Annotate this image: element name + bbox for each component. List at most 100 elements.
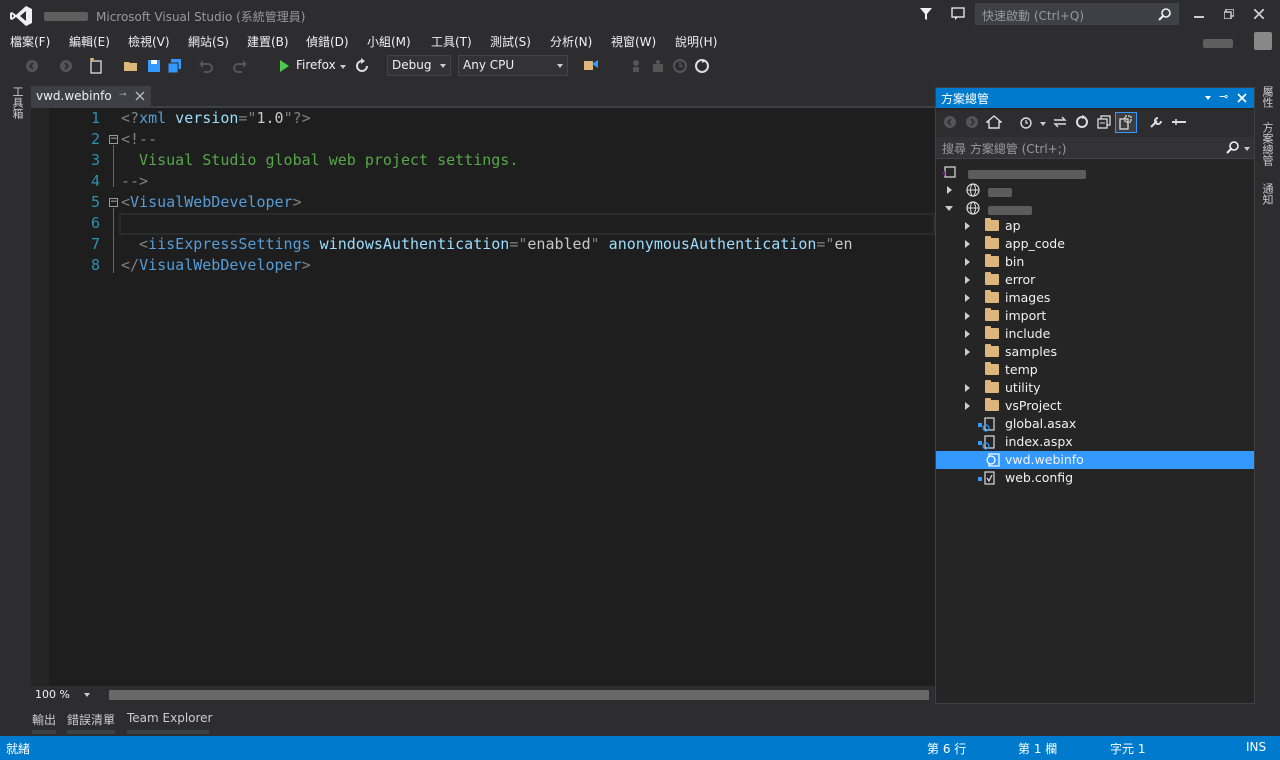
tree-item-label: import xyxy=(1005,308,1047,323)
preview-selected-items-icon[interactable] xyxy=(1171,115,1187,129)
window-position-dropdown-icon[interactable] xyxy=(1205,96,1211,100)
collapse-element-icon[interactable]: − xyxy=(109,198,118,207)
expand-arrow-icon[interactable] xyxy=(965,402,970,410)
tab-solution-explorer[interactable]: 方案總管 xyxy=(1259,122,1274,166)
collapse-all-icon[interactable] xyxy=(1097,115,1113,129)
tab-output[interactable]: 輸出 xyxy=(32,711,56,728)
document-tab-vwd-webinfo[interactable]: vwd.webinfo ⊸ xyxy=(31,86,151,107)
menu-tools[interactable]: 工具(T) xyxy=(431,33,472,50)
expand-arrow-icon[interactable] xyxy=(965,258,970,266)
menu-window[interactable]: 視窗(W) xyxy=(611,33,656,50)
chevron-down-icon[interactable] xyxy=(1244,147,1250,151)
platform-select[interactable]: Any CPU xyxy=(458,55,568,76)
tree-item-label: include xyxy=(1005,326,1051,341)
sync-with-active-document-icon[interactable] xyxy=(1052,115,1068,129)
tree-file-item-selected[interactable]: vwd.webinfo xyxy=(936,451,1254,469)
minimize-button[interactable] xyxy=(1186,2,1212,26)
expand-arrow-icon[interactable] xyxy=(965,276,970,284)
tree-folder-item[interactable]: app_code xyxy=(936,235,1254,253)
tree-website-node-expanded[interactable] xyxy=(936,199,1254,217)
find-in-files-icon[interactable] xyxy=(583,58,599,74)
sync-icon[interactable] xyxy=(694,58,710,74)
tree-file-item[interactable]: web.config xyxy=(936,469,1254,487)
close-panel-icon[interactable] xyxy=(1237,93,1247,103)
tree-folder-item[interactable]: samples xyxy=(936,343,1254,361)
tree-folder-item[interactable]: import xyxy=(936,307,1254,325)
home-icon[interactable] xyxy=(986,115,1002,129)
avatar[interactable] xyxy=(1254,32,1272,50)
refresh-icon[interactable] xyxy=(1074,115,1090,129)
blurred-solution-label xyxy=(968,168,1086,182)
menu-help[interactable]: 說明(H) xyxy=(675,33,717,50)
menu-edit[interactable]: 編輯(E) xyxy=(69,33,110,50)
navigate-back-icon[interactable] xyxy=(24,58,40,74)
pin-tab-icon[interactable]: ⊸ xyxy=(119,90,127,100)
tree-folder-item[interactable]: utility xyxy=(936,379,1254,397)
save-all-icon[interactable] xyxy=(167,58,183,74)
menu-view[interactable]: 檢視(V) xyxy=(128,33,170,50)
quick-launch-input[interactable]: 快速啟動 (Ctrl+Q) xyxy=(975,3,1179,25)
tree-folder-item[interactable]: include xyxy=(936,325,1254,343)
refresh-browser-icon[interactable] xyxy=(354,58,370,74)
expand-arrow-icon[interactable] xyxy=(965,348,970,356)
collapse-comment-icon[interactable]: − xyxy=(109,135,118,144)
expand-arrow-icon[interactable] xyxy=(965,222,970,230)
tree-solution-node[interactable] xyxy=(936,163,1254,181)
expand-arrow-icon[interactable] xyxy=(947,186,952,194)
close-tab-icon[interactable] xyxy=(135,91,145,101)
tree-folder-item[interactable]: ap xyxy=(936,217,1254,235)
restore-button[interactable] xyxy=(1216,2,1242,26)
expand-arrow-icon[interactable] xyxy=(965,330,970,338)
zoom-select[interactable]: 100 % xyxy=(33,687,91,703)
start-debugging-icon[interactable] xyxy=(276,58,292,74)
tree-file-item[interactable]: global.asax xyxy=(936,415,1254,433)
tree-file-item[interactable]: index.aspx xyxy=(936,433,1254,451)
search-icon[interactable] xyxy=(1226,140,1240,154)
menu-file[interactable]: 檔案(F) xyxy=(10,33,50,50)
close-window-button[interactable] xyxy=(1246,2,1272,26)
tree-folder-item[interactable]: error xyxy=(936,271,1254,289)
tab-notifications[interactable]: 通知 xyxy=(1259,183,1274,205)
feedback-icon[interactable] xyxy=(950,6,966,22)
tab-properties[interactable]: 屬性 xyxy=(1259,86,1274,108)
auto-hide-pin-icon[interactable]: ⊸ xyxy=(1219,90,1228,103)
run-target-label[interactable]: Firefox xyxy=(296,58,336,72)
notification-filter-icon[interactable] xyxy=(918,6,934,22)
expand-arrow-icon[interactable] xyxy=(965,312,970,320)
menu-debug[interactable]: 偵錯(D) xyxy=(306,33,349,50)
menu-website[interactable]: 網站(S) xyxy=(188,33,229,50)
expand-arrow-icon[interactable] xyxy=(965,240,970,248)
back-icon[interactable] xyxy=(943,115,957,129)
undo-icon[interactable] xyxy=(198,58,214,74)
line-number: 3 xyxy=(90,151,100,169)
collapse-arrow-icon[interactable] xyxy=(945,206,953,211)
chevron-down-icon[interactable] xyxy=(1040,122,1046,126)
tree-folder-item[interactable]: images xyxy=(936,289,1254,307)
menu-build[interactable]: 建置(B) xyxy=(247,33,289,50)
pending-changes-filter-icon[interactable] xyxy=(1018,115,1034,129)
expand-arrow-icon[interactable] xyxy=(965,384,970,392)
open-file-icon[interactable] xyxy=(123,58,139,74)
navigate-forward-icon[interactable] xyxy=(58,58,74,74)
run-target-dropdown-icon[interactable] xyxy=(340,65,346,69)
menu-analyze[interactable]: 分析(N) xyxy=(550,33,592,50)
save-icon[interactable] xyxy=(146,58,162,74)
horizontal-scrollbar[interactable] xyxy=(109,690,929,700)
toolbox-tab[interactable]: 工具箱 xyxy=(9,86,24,119)
show-all-files-button[interactable] xyxy=(1115,112,1137,133)
tree-website-node[interactable] xyxy=(936,181,1254,199)
menu-team[interactable]: 小組(M) xyxy=(367,33,411,50)
tab-error-list[interactable]: 錯誤清單 xyxy=(67,711,115,728)
properties-wrench-icon[interactable] xyxy=(1149,115,1165,129)
tab-team-explorer[interactable]: Team Explorer xyxy=(127,711,213,725)
forward-icon[interactable] xyxy=(965,115,979,129)
configuration-select[interactable]: Debug xyxy=(387,55,451,76)
menu-test[interactable]: 測試(S) xyxy=(490,33,531,50)
expand-arrow-icon[interactable] xyxy=(965,294,970,302)
tree-item-label: app_code xyxy=(1005,236,1065,251)
redo-icon[interactable] xyxy=(232,58,248,74)
tree-folder-item[interactable]: bin xyxy=(936,253,1254,271)
tree-folder-item[interactable]: temp xyxy=(936,361,1254,379)
tree-folder-item[interactable]: vsProject xyxy=(936,397,1254,415)
new-project-icon[interactable] xyxy=(88,58,104,74)
